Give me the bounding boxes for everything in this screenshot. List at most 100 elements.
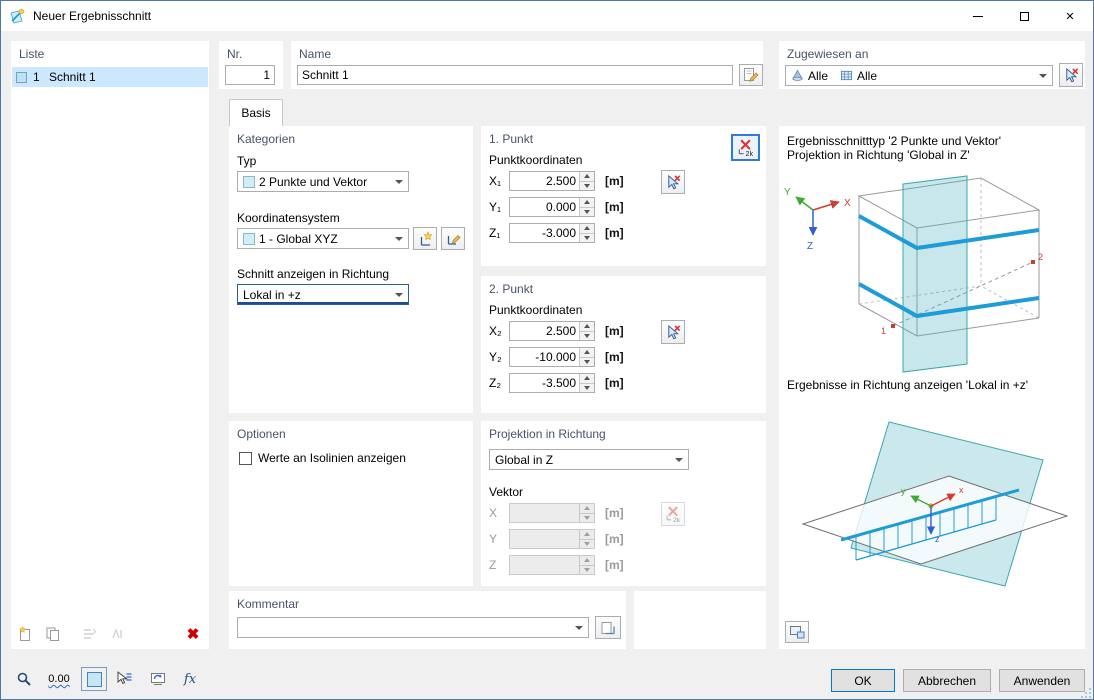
list-item[interactable]: 1 Schnitt 1	[12, 67, 208, 87]
new-cs-icon	[417, 231, 433, 247]
edit-name-button[interactable]	[739, 64, 763, 86]
x1-input[interactable]	[510, 172, 579, 190]
name-panel: Name	[291, 41, 763, 89]
pick-two-points-button[interactable]	[731, 134, 760, 161]
y2-field[interactable]	[509, 347, 595, 367]
zugewiesen-panel: Zugewiesen an Alle Alle	[779, 41, 1085, 89]
maximize-button[interactable]	[1001, 1, 1047, 31]
pick-assigned-button[interactable]	[1059, 63, 1083, 87]
pencil-icon	[743, 67, 759, 83]
spin-down-icon[interactable]	[580, 383, 594, 392]
x1-field[interactable]	[509, 171, 595, 191]
x1-unit: [m]	[605, 174, 624, 188]
units-settings-button[interactable]: 0.00	[43, 667, 75, 691]
y2-input[interactable]	[510, 348, 579, 366]
pick-point1-button[interactable]	[661, 170, 685, 194]
new-item-button[interactable]	[13, 623, 37, 645]
spin-up-icon[interactable]	[580, 348, 594, 358]
ok-button[interactable]: OK	[831, 669, 895, 692]
z1-input[interactable]	[510, 224, 579, 242]
surfaces-icon	[840, 69, 853, 82]
tab-basis[interactable]: Basis	[229, 99, 283, 126]
new-icon	[17, 626, 33, 642]
y2-spinner[interactable]	[579, 348, 594, 366]
y2-label: Y₂	[489, 350, 502, 364]
nr-input[interactable]	[225, 65, 275, 85]
kommentar-combobox[interactable]	[237, 617, 589, 638]
y1-spinner[interactable]	[579, 198, 594, 216]
cs-color-swatch	[243, 232, 255, 245]
vektor-x-field	[509, 503, 595, 523]
isolinien-label[interactable]: Werte an Isolinien anzeigen	[258, 451, 406, 465]
kommentar-copy-button[interactable]	[595, 616, 621, 639]
z2-input[interactable]	[510, 374, 579, 392]
richtung-select[interactable]: Lokal in +z	[237, 284, 409, 305]
spin-down-icon[interactable]	[580, 207, 594, 216]
y1-input[interactable]	[510, 198, 579, 216]
spacer-panel	[634, 591, 766, 649]
spin-down-icon[interactable]	[580, 357, 594, 366]
z2-label: Z₂	[489, 376, 501, 390]
axis-x-label: X	[844, 198, 851, 209]
spin-up-icon[interactable]	[580, 172, 594, 182]
minimize-button[interactable]	[955, 1, 1001, 31]
spin-down-icon[interactable]	[580, 233, 594, 242]
selection-filter-button[interactable]	[111, 667, 137, 691]
formula-button[interactable]: fx	[177, 667, 203, 691]
z2-spinner[interactable]	[579, 374, 594, 392]
preview-display-options-button[interactable]	[785, 621, 809, 643]
projektion-panel: Projektion in Richtung Global in Z Vekto…	[481, 421, 766, 586]
apply-label: Anwenden	[1013, 673, 1071, 688]
section-color-swatch	[16, 71, 27, 83]
x1-spinner[interactable]	[579, 172, 594, 190]
x2-field[interactable]	[509, 321, 595, 341]
delete-icon: ✖	[186, 626, 200, 643]
spin-up-icon	[580, 556, 594, 566]
koordinatensystem-value: 1 - Global XYZ	[259, 231, 338, 246]
z2-unit: [m]	[605, 376, 624, 390]
vektor-label: Vektor	[489, 485, 524, 499]
close-icon: ✕	[1065, 10, 1075, 23]
zugewiesen-select[interactable]: Alle Alle	[785, 65, 1053, 86]
preview-caption-line2: Projektion in Richtung 'Global in Z'	[787, 148, 970, 162]
punkt2-koordinaten-label: Punktkoordinaten	[489, 303, 583, 317]
x2-input[interactable]	[510, 322, 579, 340]
x2-label: X₂	[489, 324, 502, 338]
spin-up-icon[interactable]	[580, 322, 594, 332]
optionen-panel: Optionen Werte an Isolinien anzeigen	[229, 421, 473, 586]
z2-field[interactable]	[509, 373, 595, 393]
z1-spinner[interactable]	[579, 224, 594, 242]
help-search-button[interactable]	[11, 667, 37, 691]
spin-up-icon[interactable]	[580, 198, 594, 208]
pointer-list-icon	[116, 671, 132, 687]
spin-up-icon[interactable]	[580, 374, 594, 384]
x2-spinner[interactable]	[579, 322, 594, 340]
resize-grip[interactable]	[1081, 687, 1093, 699]
edit-coordinate-system-button[interactable]	[441, 227, 465, 250]
apply-button[interactable]: Anwenden	[999, 669, 1085, 692]
kommentar-title: Kommentar	[237, 597, 300, 611]
spin-up-icon	[580, 504, 594, 514]
zugewiesen-label: Zugewiesen an	[787, 47, 869, 61]
spin-up-icon[interactable]	[580, 224, 594, 234]
z1-field[interactable]	[509, 223, 595, 243]
cancel-button[interactable]: Abbrechen	[903, 669, 991, 692]
axis-y-label: Y	[784, 187, 791, 198]
close-button[interactable]: ✕	[1047, 1, 1093, 31]
name-input[interactable]	[297, 65, 733, 85]
refresh-view-button[interactable]	[145, 667, 171, 691]
titlebar[interactable]: Neuer Ergebnisschnitt ✕	[1, 1, 1093, 31]
pick-point2-button[interactable]	[661, 320, 685, 344]
spin-down-icon[interactable]	[580, 181, 594, 190]
display-colors-button[interactable]	[81, 667, 107, 691]
projektion-select[interactable]: Global in Z	[489, 449, 689, 470]
spin-down-icon[interactable]	[580, 331, 594, 340]
isolinien-checkbox[interactable]	[239, 451, 252, 465]
y1-field[interactable]	[509, 197, 595, 217]
new-coordinate-system-button[interactable]	[413, 227, 437, 250]
window-title: Neuer Ergebnisschnitt	[33, 9, 152, 23]
typ-select[interactable]: 2 Punkte und Vektor	[237, 171, 409, 192]
copy-item-button[interactable]	[41, 623, 65, 645]
koordinatensystem-select[interactable]: 1 - Global XYZ	[237, 228, 409, 249]
delete-item-button[interactable]: ✖	[181, 623, 205, 645]
